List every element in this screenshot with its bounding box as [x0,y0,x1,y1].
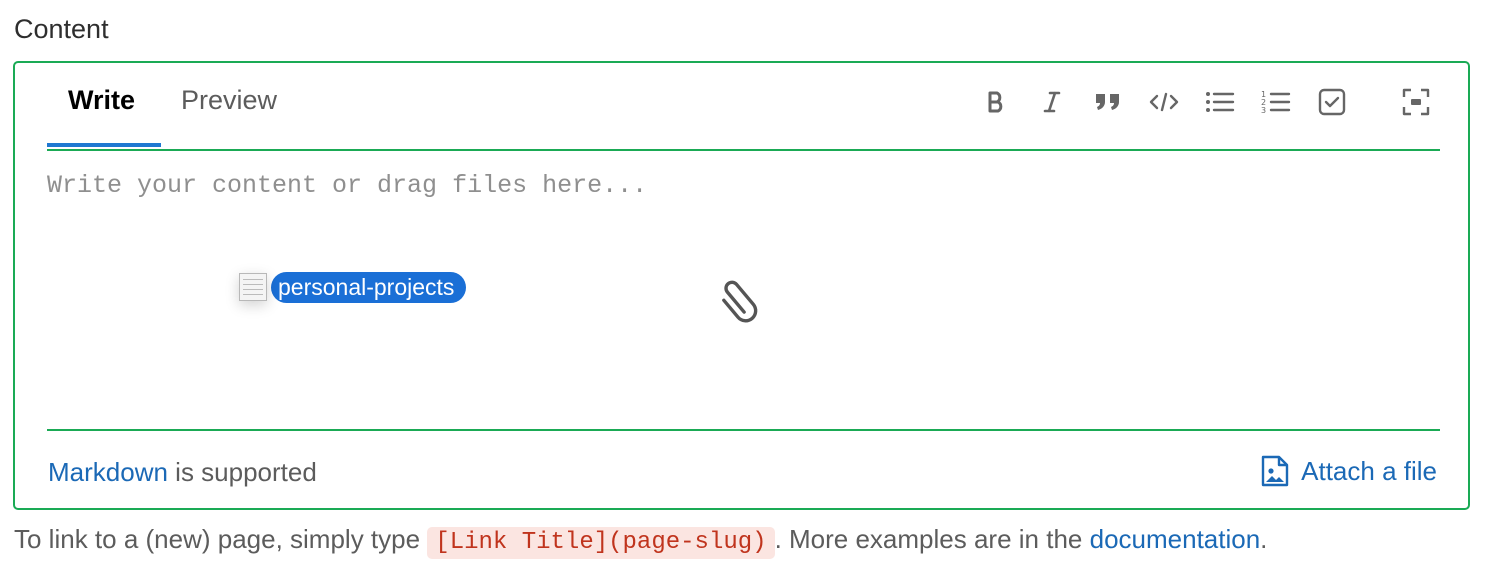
task-list-button[interactable] [1315,85,1349,119]
markdown-hint: Markdown is supported [48,457,317,488]
bold-icon [988,91,1003,113]
bullet-list-icon [1206,92,1235,112]
bullet-list-button[interactable] [1203,85,1237,119]
help-prefix: To link to a (new) page, simply type [14,524,428,554]
task-list-icon [1318,88,1346,116]
documentation-link[interactable]: documentation [1090,524,1261,554]
italic-icon [1043,91,1061,113]
fullscreen-button[interactable] [1399,85,1433,119]
markdown-hint-suffix: is supported [167,457,317,487]
svg-text:3: 3 [1261,106,1266,115]
quote-button[interactable] [1091,85,1125,119]
paperclip-icon [720,278,760,325]
attach-file-button[interactable]: Attach a file [1261,455,1437,487]
bold-button[interactable] [979,85,1013,119]
help-middle: . More examples are in the [774,524,1090,554]
editor-tabs: Write Preview 1 2 3 [47,63,1440,151]
help-text: To link to a (new) page, simply type [Li… [14,524,1268,559]
link-syntax-code: [Link Title](page-slug) [427,527,775,559]
markdown-link[interactable]: Markdown [48,457,168,487]
code-icon [1149,92,1179,112]
content-label: Content [14,14,109,44]
fullscreen-icon [1402,88,1430,116]
italic-button[interactable] [1035,85,1069,119]
markdown-editor: Write Preview 1 2 3 Write your content o… [13,61,1470,510]
quote-icon [1096,94,1119,110]
drag-item-label: personal-projects [271,271,467,303]
tab-write[interactable]: Write [68,85,135,116]
file-icon [239,273,267,301]
image-file-icon [1261,455,1289,487]
footer-divider [47,429,1440,431]
attach-file-label: Attach a file [1301,455,1437,486]
help-suffix: . [1260,524,1268,554]
active-tab-indicator [47,143,161,147]
drag-ghost: personal-projects [239,270,467,304]
numbered-list-button[interactable]: 1 2 3 [1259,85,1293,119]
code-button[interactable] [1147,85,1181,119]
numbered-list-icon: 1 2 3 [1261,90,1291,115]
tab-preview[interactable]: Preview [181,85,277,116]
